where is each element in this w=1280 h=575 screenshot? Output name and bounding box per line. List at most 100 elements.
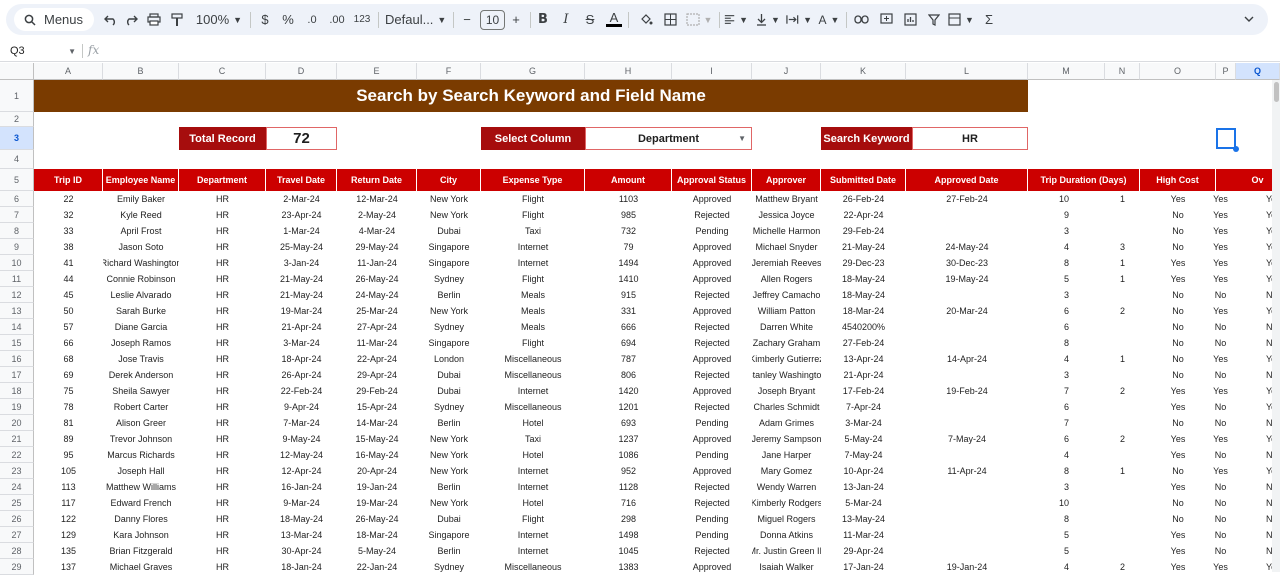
- row-header-28[interactable]: 28: [0, 543, 34, 559]
- table-cell[interactable]: [1105, 207, 1128, 223]
- table-cell[interactable]: Berlin: [417, 479, 481, 495]
- table-cell[interactable]: 8: [1028, 335, 1072, 351]
- table-cell[interactable]: [906, 223, 1028, 239]
- table-cell[interactable]: 787: [585, 351, 672, 367]
- column-header-g[interactable]: G: [481, 63, 585, 80]
- table-cell[interactable]: 2: [1105, 559, 1128, 575]
- table-cell[interactable]: 95: [34, 447, 103, 463]
- table-cell[interactable]: Dubai: [417, 223, 481, 239]
- table-cell[interactable]: HR: [179, 303, 266, 319]
- column-header-p[interactable]: P: [1216, 63, 1236, 80]
- table-cell[interactable]: Berlin: [417, 415, 481, 431]
- table-cell[interactable]: 10: [1028, 191, 1072, 207]
- table-cell[interactable]: 32: [34, 207, 103, 223]
- search-keyword-input[interactable]: HR: [912, 127, 1028, 150]
- table-cell[interactable]: 113: [34, 479, 103, 495]
- table-cell[interactable]: Robert Carter: [103, 399, 179, 415]
- table-cell[interactable]: HR: [179, 399, 266, 415]
- table-cell[interactable]: New York: [417, 463, 481, 479]
- table-cell[interactable]: [906, 511, 1028, 527]
- table-cell[interactable]: 9-Apr-24: [266, 399, 337, 415]
- table-cell[interactable]: [1105, 415, 1128, 431]
- table-cell[interactable]: 25-May-24: [266, 239, 337, 255]
- table-cell[interactable]: Singapore: [417, 239, 481, 255]
- percent-format-button[interactable]: %: [279, 4, 297, 35]
- row-header-25[interactable]: 25: [0, 495, 34, 511]
- table-cell[interactable]: 693: [585, 415, 672, 431]
- table-cell[interactable]: Yes: [1205, 255, 1236, 271]
- table-cell[interactable]: 4-Mar-24: [337, 223, 417, 239]
- table-cell[interactable]: 1237: [585, 431, 672, 447]
- table-cell[interactable]: 6: [1028, 431, 1072, 447]
- table-cell[interactable]: 129: [34, 527, 103, 543]
- table-cell[interactable]: Trevor Johnson: [103, 431, 179, 447]
- table-cell[interactable]: 38: [34, 239, 103, 255]
- table-cell[interactable]: HR: [179, 495, 266, 511]
- merge-cells-icon[interactable]: ▼: [684, 4, 714, 35]
- table-cell[interactable]: 9: [1028, 207, 1072, 223]
- table-cell[interactable]: [906, 415, 1028, 431]
- table-cell[interactable]: 4: [1028, 447, 1072, 463]
- table-cell[interactable]: [906, 495, 1028, 511]
- table-cell[interactable]: 1383: [585, 559, 672, 575]
- table-cell[interactable]: 5: [1028, 527, 1072, 543]
- fill-handle[interactable]: [1233, 146, 1239, 152]
- table-cell[interactable]: Jane Harper: [752, 447, 821, 463]
- table-cell[interactable]: London: [417, 351, 481, 367]
- table-cell[interactable]: Donna Atkins: [752, 527, 821, 543]
- table-cell[interactable]: Flight: [481, 207, 585, 223]
- row-header-6[interactable]: 6: [0, 191, 34, 207]
- table-cell[interactable]: Yes: [1205, 383, 1236, 399]
- table-cell[interactable]: 30-Dec-23: [906, 255, 1028, 271]
- fill-color-icon[interactable]: [636, 4, 656, 35]
- table-cell[interactable]: 24-May-24: [906, 239, 1028, 255]
- table-cell[interactable]: Kara Johnson: [103, 527, 179, 543]
- table-cell[interactable]: Yes: [1205, 223, 1236, 239]
- text-wrap-icon[interactable]: ▼: [786, 4, 812, 35]
- table-cell[interactable]: 985: [585, 207, 672, 223]
- table-cell[interactable]: 18-Mar-24: [821, 303, 906, 319]
- table-cell[interactable]: 732: [585, 223, 672, 239]
- table-cell[interactable]: 806: [585, 367, 672, 383]
- table-cell[interactable]: 8: [1028, 463, 1072, 479]
- table-cell[interactable]: 2: [1105, 383, 1128, 399]
- table-cell[interactable]: 7-May-24: [906, 431, 1028, 447]
- table-cell[interactable]: 694: [585, 335, 672, 351]
- row-header-18[interactable]: 18: [0, 383, 34, 399]
- table-cell[interactable]: Jose Travis: [103, 351, 179, 367]
- table-cell[interactable]: Joseph Hall: [103, 463, 179, 479]
- zoom-select[interactable]: 100% ▼: [194, 4, 244, 35]
- table-cell[interactable]: HR: [179, 239, 266, 255]
- table-cell[interactable]: Mary Gomez: [752, 463, 821, 479]
- table-cell[interactable]: Flight: [481, 271, 585, 287]
- table-cell[interactable]: 22-Feb-24: [266, 383, 337, 399]
- table-cell[interactable]: 6: [1028, 303, 1072, 319]
- column-header-o[interactable]: O: [1140, 63, 1216, 80]
- table-cell[interactable]: 14-Apr-24: [906, 351, 1028, 367]
- table-cell[interactable]: [1105, 367, 1128, 383]
- table-cell[interactable]: Rejected: [672, 207, 752, 223]
- menus-search-button[interactable]: Menus: [14, 8, 94, 31]
- table-cell[interactable]: 1103: [585, 191, 672, 207]
- table-cell[interactable]: Yes: [1205, 303, 1236, 319]
- table-cell[interactable]: Approved: [672, 271, 752, 287]
- table-cell[interactable]: 2-May-24: [337, 207, 417, 223]
- table-cell[interactable]: Yes: [1205, 207, 1236, 223]
- table-cell[interactable]: Yes: [1205, 431, 1236, 447]
- table-cell[interactable]: Sydney: [417, 399, 481, 415]
- table-cell[interactable]: 30-Apr-24: [266, 543, 337, 559]
- select-column-dropdown[interactable]: Department ▼: [585, 127, 752, 150]
- table-cell[interactable]: Rejected: [672, 367, 752, 383]
- table-cell[interactable]: 66: [34, 335, 103, 351]
- table-cell[interactable]: 1498: [585, 527, 672, 543]
- insert-chart-icon[interactable]: [900, 4, 920, 35]
- table-cell[interactable]: Flight: [481, 191, 585, 207]
- table-cell[interactable]: New York: [417, 303, 481, 319]
- table-cell[interactable]: Charles Schmidt: [752, 399, 821, 415]
- table-cell[interactable]: 18-May-24: [821, 287, 906, 303]
- table-cell[interactable]: 26-May-24: [337, 511, 417, 527]
- table-cell[interactable]: Flight: [481, 335, 585, 351]
- table-cell[interactable]: [906, 367, 1028, 383]
- table-cell[interactable]: No: [1205, 319, 1236, 335]
- table-cell[interactable]: [906, 335, 1028, 351]
